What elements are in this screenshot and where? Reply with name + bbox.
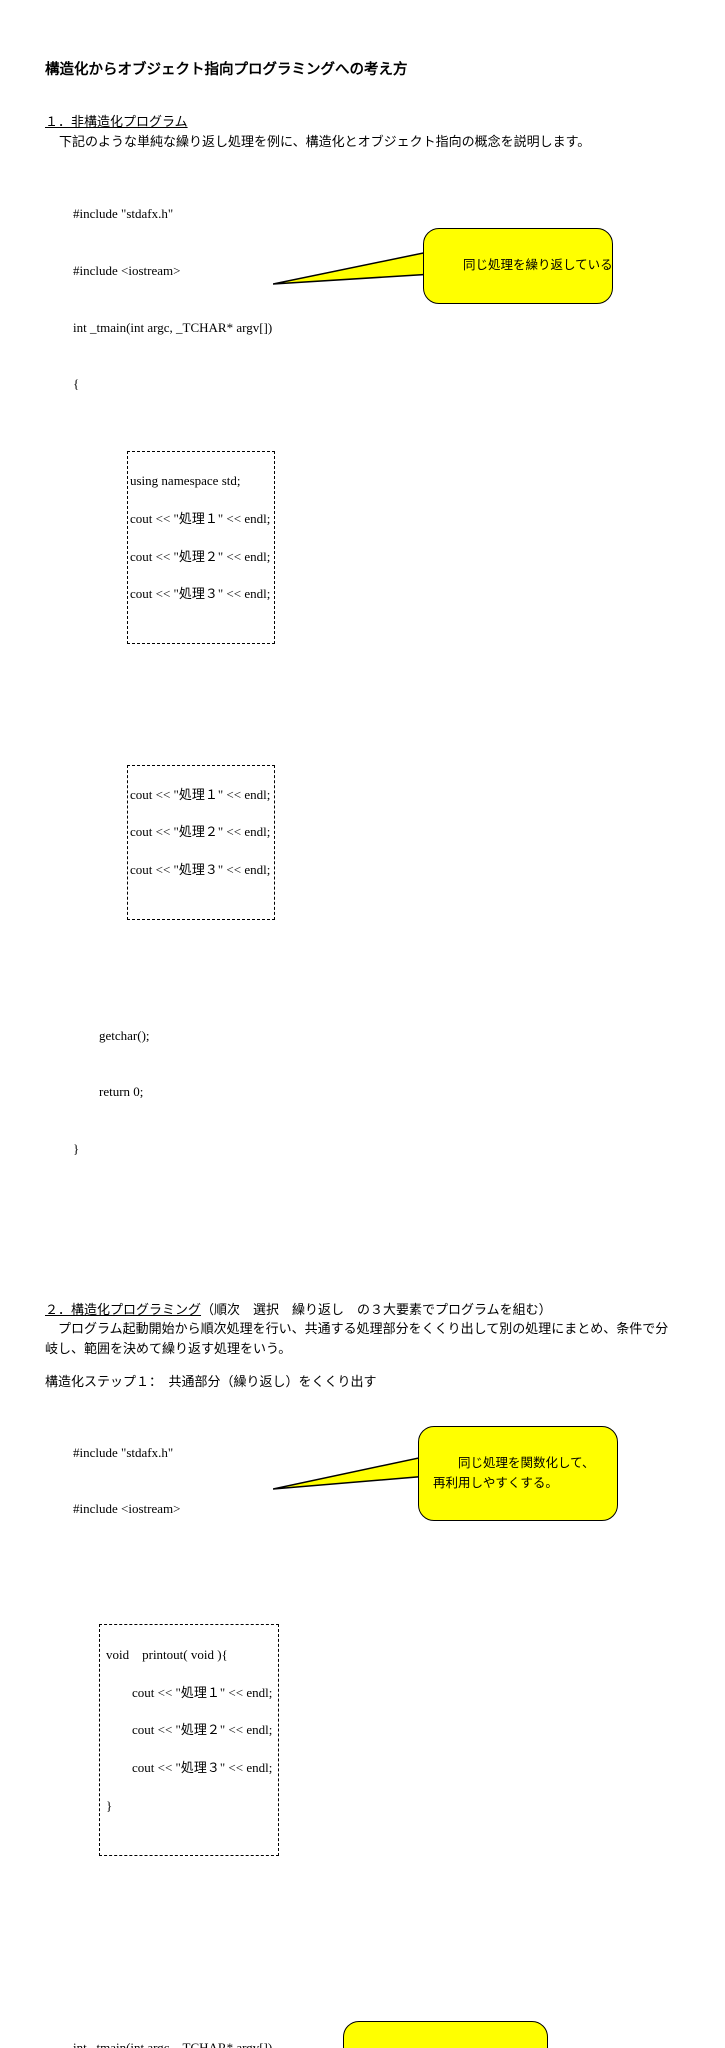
section-1: １．非構造化プログラム 下記のような単純な繰り返し処理を例に、構造化とオブジェク… [45, 112, 680, 1272]
code-line: int _tmain(int argc, _TCHAR* argv[]) [73, 319, 680, 338]
code-line: { [73, 375, 680, 394]
callout-tail [273, 246, 443, 306]
section-2-code-2: int _tmain(int argc, _TCHAR* argv[]) { u… [73, 2001, 680, 2048]
code-line: } [106, 1797, 272, 1816]
code-line: cout << "処理１" << endl; [104, 786, 270, 805]
code-line: cout << "処理２" << endl; [104, 823, 270, 842]
repeated-block-1: using namespace std; cout << "処理１" << en… [127, 451, 275, 643]
document-title: 構造化からオブジェクト指向プログラミングへの考え方 [45, 60, 680, 82]
code-line: getchar(); [73, 1027, 680, 1046]
callout-text: 同じ処理を関数化して、再利用しやすくする。 [433, 1456, 595, 1489]
code-line: return 0; [73, 1083, 680, 1102]
code-line: cout << "処理３" << endl; [106, 1759, 272, 1778]
repeated-block-2: cout << "処理１" << endl; cout << "処理２" << … [127, 765, 275, 920]
code-line: cout << "処理１" << endl; [104, 510, 270, 529]
code-line: cout << "処理１" << endl; [106, 1684, 272, 1703]
section-2: ２．構造化プログラミング（順次 選択 繰り返し の３大要素でプログラムを組む） … [45, 1300, 680, 2048]
step-1-heading: 構造化ステップ１： 共通部分（繰り返し）をくくり出す [45, 1372, 680, 1392]
code-line: cout << "処理２" << endl; [106, 1721, 272, 1740]
section-2-heading-note: （順次 選択 繰り返し の３大要素でプログラムを組む） [201, 1302, 552, 1317]
code-line: #include "stdafx.h" [73, 205, 680, 224]
section-1-description: 下記のような単純な繰り返し処理を例に、構造化とオブジェクト指向の概念を説明します… [59, 132, 680, 152]
section-2-description: プログラム起動開始から順次処理を行い、共通する処理部分をくくり出して別の処理にま… [45, 1319, 680, 1358]
callout-repeat: 同じ処理を繰り返している [423, 228, 613, 304]
section-1-heading: １．非構造化プログラム [45, 112, 680, 132]
code-line: } [73, 1140, 680, 1159]
code-line: cout << "処理３" << endl; [104, 861, 270, 880]
section-1-code: #include "stdafx.h" #include <iostream> … [73, 168, 680, 1272]
code-line: using namespace std; [104, 472, 270, 491]
section-2-heading: ２．構造化プログラミング [45, 1302, 201, 1317]
section-2-heading-row: ２．構造化プログラミング（順次 選択 繰り返し の３大要素でプログラムを組む） [45, 1300, 680, 1320]
code-line: cout << "処理２" << endl; [104, 548, 270, 567]
code-line: cout << "処理３" << endl; [104, 585, 270, 604]
callout-text: 同じ処理を繰り返している [463, 258, 613, 272]
function-block: void printout( void ){ cout << "処理１" << … [99, 1624, 279, 1856]
code-line: void printout( void ){ [106, 1646, 272, 1665]
page: 構造化からオブジェクト指向プログラミングへの考え方 １．非構造化プログラム 下記… [0, 0, 725, 2048]
callout-loop: 同じ命令を２回実行しているので、ループを使って、３回でも何回でも、要望に応じて変… [343, 2021, 548, 2048]
callout-function: 同じ処理を関数化して、再利用しやすくする。 [418, 1426, 618, 1522]
section-2-code-1: #include "stdafx.h" #include <iostream> … [73, 1406, 680, 1989]
